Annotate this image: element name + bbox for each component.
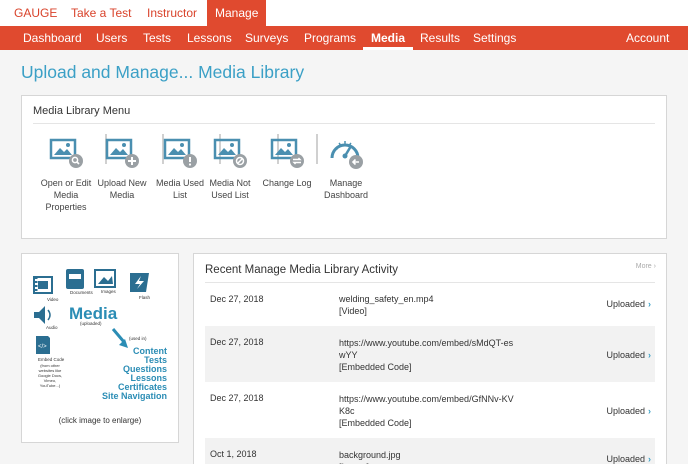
nav-results[interactable]: Results [420,31,460,45]
nav-lessons[interactable]: Lessons [187,31,232,45]
media-library-menu-panel: Media Library Menu Open or Edit Media Pr… [21,95,667,239]
documents-label: Documents [70,290,94,295]
chevron-right-icon: › [648,406,651,416]
row-status[interactable]: Uploaded › [606,299,651,309]
flash-label: Flash [139,295,151,300]
menu-upload-new-media[interactable]: Upload New Media [90,134,154,201]
row-status-label: Uploaded [606,299,645,309]
dashboard-gauge-icon [330,141,363,169]
nav-users[interactable]: Users [96,31,127,45]
table-row[interactable]: Oct 1, 2018 background.jpg [Image] Uploa… [205,438,655,464]
uploaded-label: (uploaded) [80,321,102,326]
used-in-label: (used in) [129,336,147,341]
media-info-icon [163,138,197,168]
embed-note: (from other websites like Google Docs, V… [37,363,63,388]
use-site-navigation: Site Navigation [102,391,167,401]
table-row[interactable]: Dec 27, 2018 https://www.youtube.com/emb… [205,382,655,438]
menu-item-label: Open or Edit Media Properties [40,178,92,212]
menu-media-not-used-list[interactable]: Media Not Used List [198,134,262,201]
image-caption: (click image to enlarge) [58,416,142,425]
row-file-name: https://www.youtube.com/embed/GfNNv-KVK8… [339,394,514,416]
nav-settings[interactable]: Settings [473,31,516,45]
arrow-icon [111,328,126,343]
embed-code-icon: </> [36,336,50,354]
media-image-panel: Video Documents Images Flash Audio Media… [21,253,179,443]
media-change-icon [270,138,304,168]
chevron-right-icon: › [648,350,651,360]
row-date: Dec 27, 2018 [210,393,264,403]
row-file-type: [Embedded Code] [339,418,412,428]
row-file: background.jpg [Image] [339,449,529,464]
documents-icon [66,269,84,289]
top-nav-instructor[interactable]: Instructor [147,6,197,20]
menu-item-label: Media Not Used List [209,178,251,200]
table-row[interactable]: Dec 27, 2018 https://www.youtube.com/emb… [205,326,655,382]
chevron-right-icon: › [653,263,656,270]
row-file-type: [Embedded Code] [339,362,412,372]
menu-item-label: Upload New Media [97,178,147,200]
row-date: Oct 1, 2018 [210,449,257,459]
activity-panel-title: Recent Manage Media Library Activity [205,264,399,276]
menu-panel-title: Media Library Menu [33,105,131,117]
nav-account[interactable]: Account [626,31,669,45]
more-link-label: More [635,263,652,270]
embed-label: Embed Code [38,357,65,362]
svg-text:</>: </> [38,344,47,350]
row-status-label: Uploaded [606,406,645,416]
top-nav: GAUGE Take a Test Instructor Manage [0,0,688,26]
chevron-right-icon: › [648,299,651,309]
nav-dashboard[interactable]: Dashboard [23,31,82,45]
row-file: https://www.youtube.com/embed/sMdQT-eswY… [339,337,529,373]
menu-change-log[interactable]: Change Log [255,134,319,189]
row-date: Dec 27, 2018 [210,337,264,347]
divider [33,123,655,124]
media-add-icon [105,138,139,168]
more-link[interactable]: More › [636,263,656,270]
audio-label: Audio [46,325,58,330]
row-file-name: welding_safety_en.mp4 [339,294,434,304]
menu-open-edit-media[interactable]: Open or Edit Media Properties [34,134,98,213]
flash-icon [130,273,149,292]
main-nav: Dashboard Users Tests Lessons Surveys Pr… [0,26,688,50]
top-nav-take-a-test[interactable]: Take a Test [71,6,131,20]
row-file: https://www.youtube.com/embed/GfNNv-KVK8… [339,393,529,429]
row-file-name: background.jpg [339,450,401,460]
nav-programs[interactable]: Programs [304,31,356,45]
audio-icon [34,306,51,324]
nav-media[interactable]: Media [363,26,414,50]
row-status[interactable]: Uploaded › [606,406,651,416]
page-title: Upload and Manage... Media Library [21,62,305,82]
recent-activity-panel: Recent Manage Media Library Activity Mor… [193,253,667,464]
row-status[interactable]: Uploaded › [606,350,651,360]
top-nav-gauge[interactable]: GAUGE [14,6,57,20]
embed-note-text: (from other websites like Google Docs, V… [37,363,63,388]
video-label: Video [47,297,59,302]
divider [205,282,655,283]
row-status-label: Uploaded [606,454,645,464]
row-status-label: Uploaded [606,350,645,360]
row-status[interactable]: Uploaded › [606,454,651,464]
media-infographic-image[interactable]: Video Documents Images Flash Audio Media… [22,254,178,412]
row-file-type: [Video] [339,306,367,316]
images-icon [94,269,116,288]
images-label: Images [101,289,117,294]
row-file-name: https://www.youtube.com/embed/sMdQT-eswY… [339,338,514,360]
media-search-icon [49,138,83,168]
nav-tests[interactable]: Tests [143,31,171,45]
chevron-right-icon: › [648,454,651,464]
row-file: welding_safety_en.mp4 [Video] [339,293,529,317]
media-not-used-icon [213,138,247,168]
nav-surveys[interactable]: Surveys [245,31,288,45]
menu-item-label: Manage Dashboard [323,178,369,200]
menu-manage-dashboard[interactable]: Manage Dashboard [314,134,378,201]
menu-item-label: Change Log [262,178,312,188]
top-nav-manage[interactable]: Manage [207,0,267,26]
table-row[interactable]: Dec 27, 2018 welding_safety_en.mp4 [Vide… [205,284,655,326]
row-date: Dec 27, 2018 [210,294,264,304]
video-icon [33,276,53,294]
